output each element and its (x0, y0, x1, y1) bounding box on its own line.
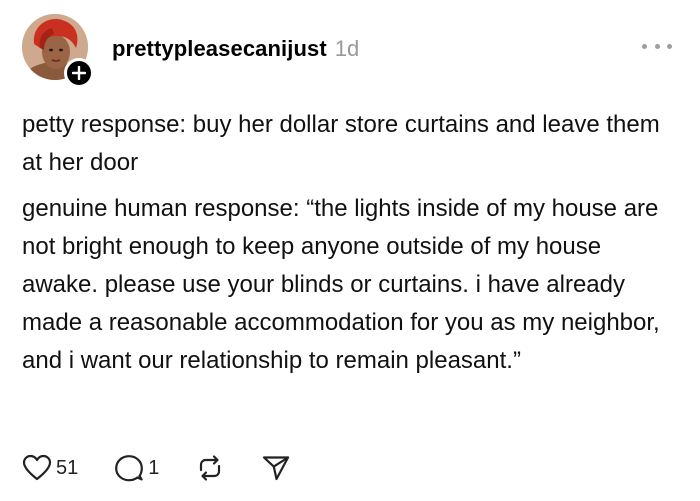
comment-button[interactable]: 1 (114, 454, 159, 482)
send-icon (263, 456, 290, 481)
more-options-button[interactable] (642, 38, 672, 54)
like-count: 51 (56, 456, 79, 479)
comment-count: 1 (148, 456, 160, 479)
share-button[interactable] (261, 454, 291, 482)
more-dots-icon (654, 43, 660, 49)
repost-icon (200, 455, 221, 481)
post-paragraph: genuine human response: “the lights insi… (22, 195, 660, 374)
post-header: prettypleasecanijust 1d (112, 36, 359, 62)
heart-icon (22, 454, 52, 481)
post-timestamp[interactable]: 1d (335, 36, 359, 62)
repost-button[interactable] (195, 454, 225, 482)
like-button[interactable]: 51 (22, 454, 78, 482)
thread-post: prettypleasecanijust 1d petty response: … (0, 0, 700, 501)
more-dots-icon (667, 43, 672, 49)
more-dots-icon (642, 43, 647, 49)
post-body: petty response: buy her dollar store cur… (22, 106, 682, 388)
follow-button[interactable] (64, 58, 94, 88)
action-bar: 51 1 (22, 452, 327, 484)
post-paragraph: petty response: buy her dollar store cur… (22, 111, 660, 176)
plus-icon (72, 66, 86, 80)
comment-icon (115, 455, 144, 482)
avatar-container[interactable] (22, 14, 94, 88)
username-link[interactable]: prettypleasecanijust (112, 36, 327, 62)
